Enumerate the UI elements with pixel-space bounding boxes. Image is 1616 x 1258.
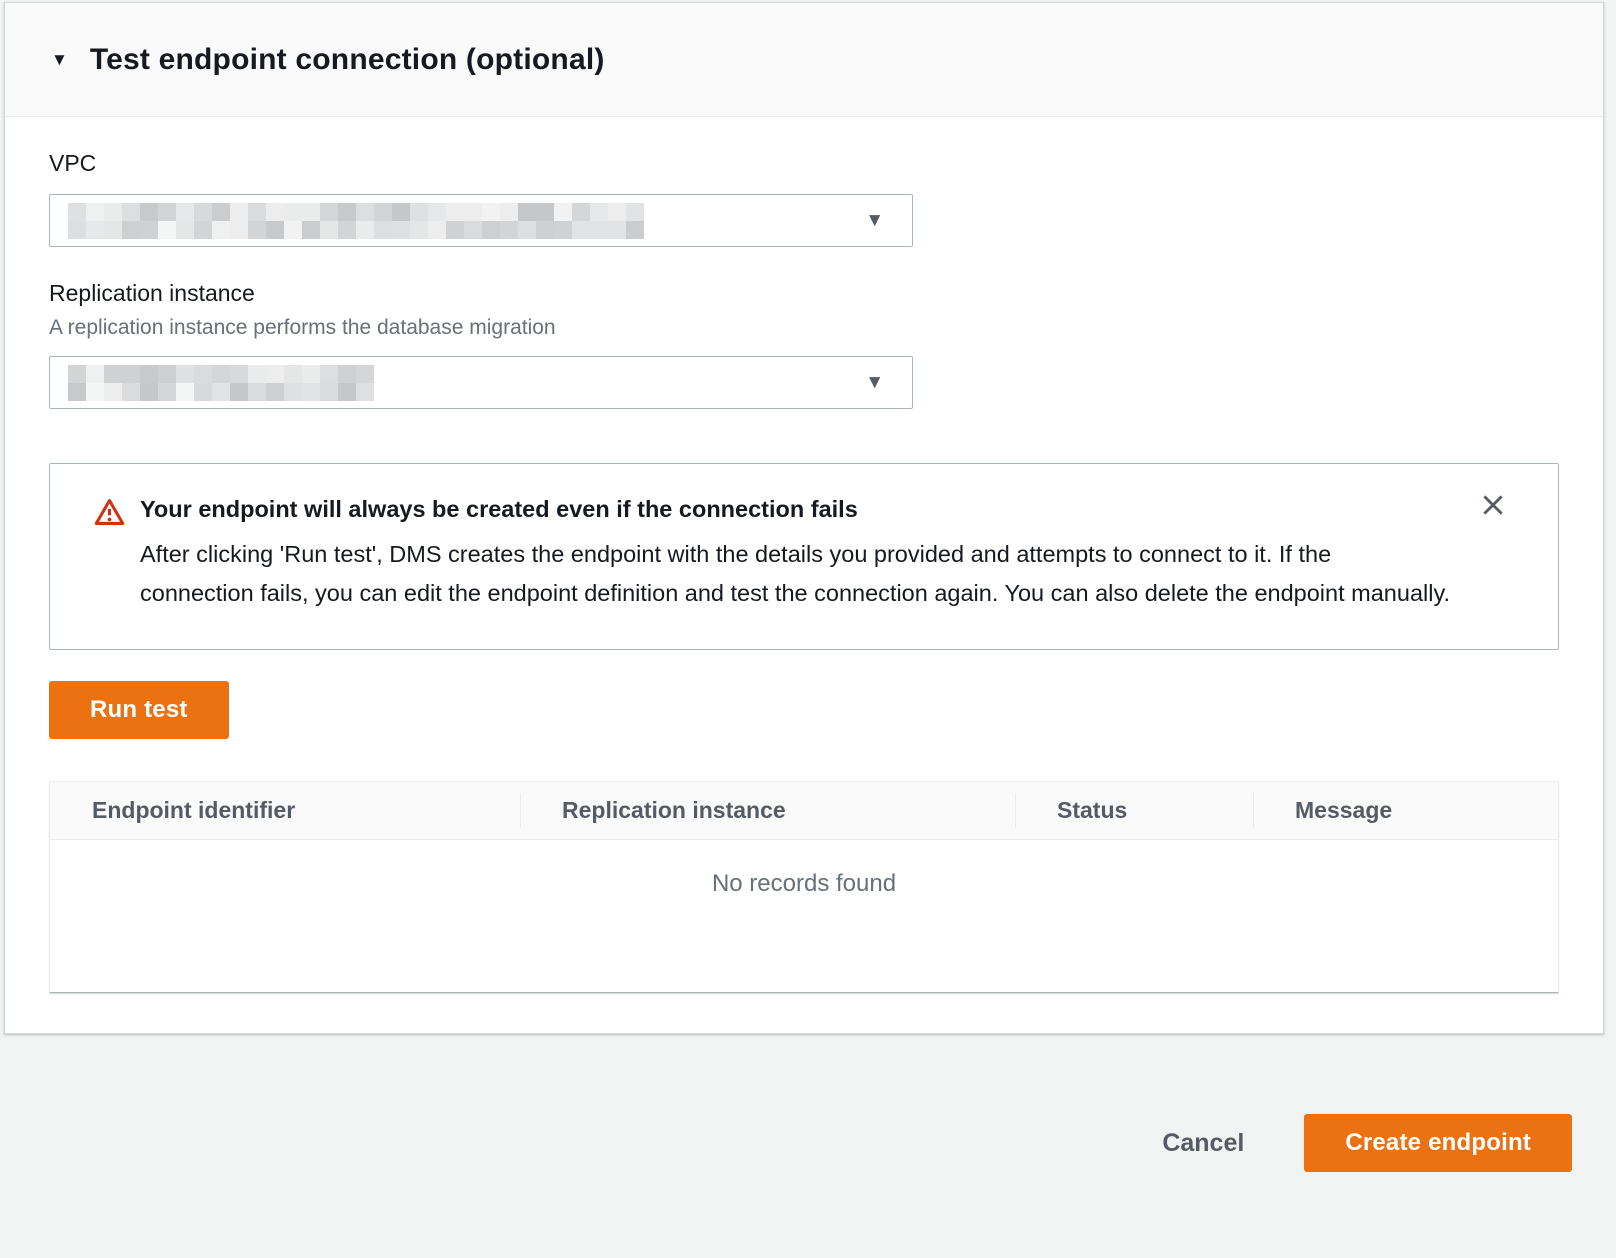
replication-instance-description: A replication instance performs the data… [49, 316, 1559, 340]
close-icon[interactable] [1480, 492, 1506, 518]
chevron-down-icon: ▼ [865, 211, 884, 230]
column-header-replication-instance: Replication instance [520, 782, 1015, 839]
column-header-message: Message [1253, 782, 1558, 839]
form-footer: Cancel Create endpoint [0, 1114, 1616, 1172]
replication-instance-select[interactable]: ▼ [49, 356, 913, 409]
vpc-label: VPC [49, 150, 1559, 177]
section-body: VPC ▼ Replication instance A replication… [5, 150, 1603, 1033]
empty-state-message: No records found [50, 840, 1558, 992]
test-results-table: Endpoint identifier Replication instance… [49, 781, 1559, 993]
vpc-redacted-value [68, 203, 644, 239]
column-header-endpoint-identifier: Endpoint identifier [50, 782, 520, 839]
replication-instance-redacted-value [68, 365, 374, 401]
alert-body-text: After clicking 'Run test', DMS creates t… [140, 535, 1450, 613]
run-test-button[interactable]: Run test [49, 681, 229, 739]
column-header-status: Status [1015, 782, 1253, 839]
warning-triangle-icon [94, 498, 125, 526]
warning-alert: Your endpoint will always be created eve… [49, 463, 1559, 650]
alert-title: Your endpoint will always be created eve… [140, 496, 858, 523]
section-header[interactable]: ▼ Test endpoint connection (optional) [5, 3, 1603, 117]
create-endpoint-button[interactable]: Create endpoint [1304, 1114, 1572, 1172]
chevron-down-icon: ▼ [865, 373, 884, 392]
table-header-row: Endpoint identifier Replication instance… [50, 782, 1558, 840]
replication-instance-label: Replication instance [49, 280, 1559, 307]
cancel-button[interactable]: Cancel [1162, 1129, 1244, 1158]
vpc-select[interactable]: ▼ [49, 194, 913, 247]
page-title: Test endpoint connection (optional) [90, 43, 605, 77]
collapse-caret-icon[interactable]: ▼ [51, 51, 68, 68]
test-endpoint-connection-panel: ▼ Test endpoint connection (optional) VP… [4, 2, 1604, 1034]
